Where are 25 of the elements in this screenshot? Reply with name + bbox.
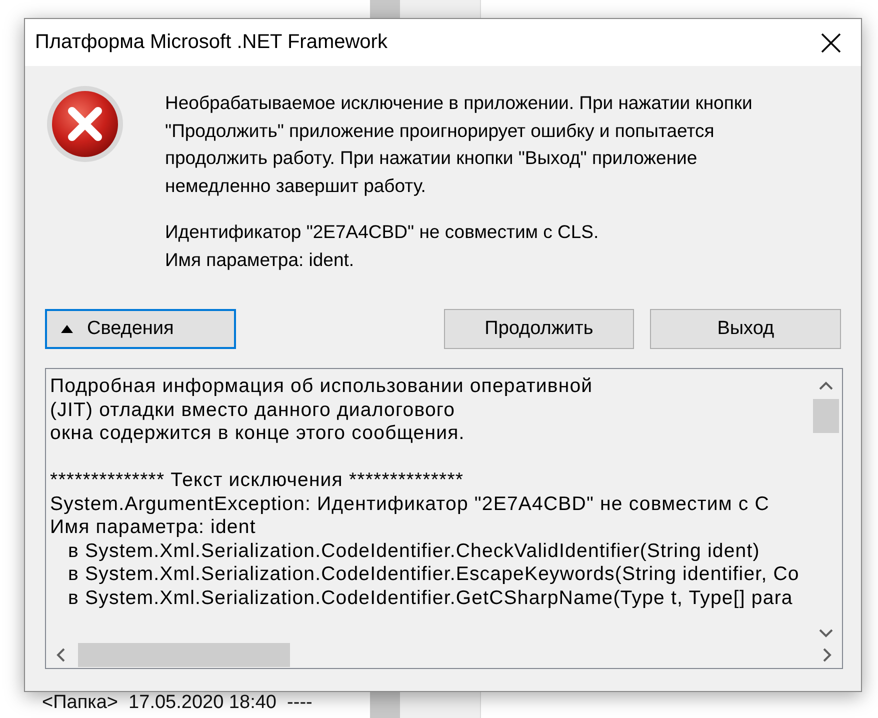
details-line: Подробная информация об использовании оперативной: [50, 375, 594, 398]
scroll-left-icon: [56, 648, 66, 662]
scroll-down-icon: [819, 628, 833, 638]
details-line: в System.Xml.Serialization.CodeIdentifier.GetCSharpName(Type t, Type[] para: [67, 586, 794, 610]
details-line: в System.Xml.Serialization.CodeIdentifier.CheckValidIdentifier(String ident): [67, 540, 761, 563]
details-line: (JIT) отладки вместо данного диалогового: [50, 398, 456, 422]
scrollbar-thumb[interactable]: [813, 399, 839, 433]
details-line: в System.Xml.Serialization.CodeIdentifier.EscapeKeywords(String identifier, Co: [67, 563, 800, 586]
dialog-button[interactable]: Продолжить: [444, 309, 634, 349]
scroll-up-icon: [819, 381, 833, 391]
message-text: Необрабатываемое исключение в приложении. При нажатии кнопки "Продолжить" приложение проигнорирует ошибку и попытается продолжить работу. При нажатии кнопки "Выход" приложение немедленно завершит работу.: [165, 91, 754, 198]
scroll-right-icon: [822, 648, 832, 662]
details-line: System.ArgumentException: Идентификатор "2E7A4CBD" не совместим с C: [50, 492, 770, 516]
close-icon: [820, 32, 842, 54]
details-line: окна содержится в конце этого сообщения.: [50, 422, 466, 446]
details-button[interactable]: Сведения: [45, 309, 236, 349]
scrollbar-thumb[interactable]: [78, 643, 290, 667]
window-title: Платформа Microsoft .NET Framework: [34, 31, 388, 54]
error-icon: [45, 84, 125, 164]
message-text: Идентификатор "2E7A4CBD" не совместим с CLS. Имя параметра: ident.: [165, 220, 600, 272]
triangle-up-icon: [61, 325, 73, 333]
file-list-row: <Папка> 17.05.2020 18:40 ----: [42, 692, 312, 714]
details-line: Имя параметра: ident: [50, 516, 257, 540]
dialog-button[interactable]: Выход: [650, 309, 841, 349]
details-line: ************** Текст исключения **************: [50, 469, 465, 492]
